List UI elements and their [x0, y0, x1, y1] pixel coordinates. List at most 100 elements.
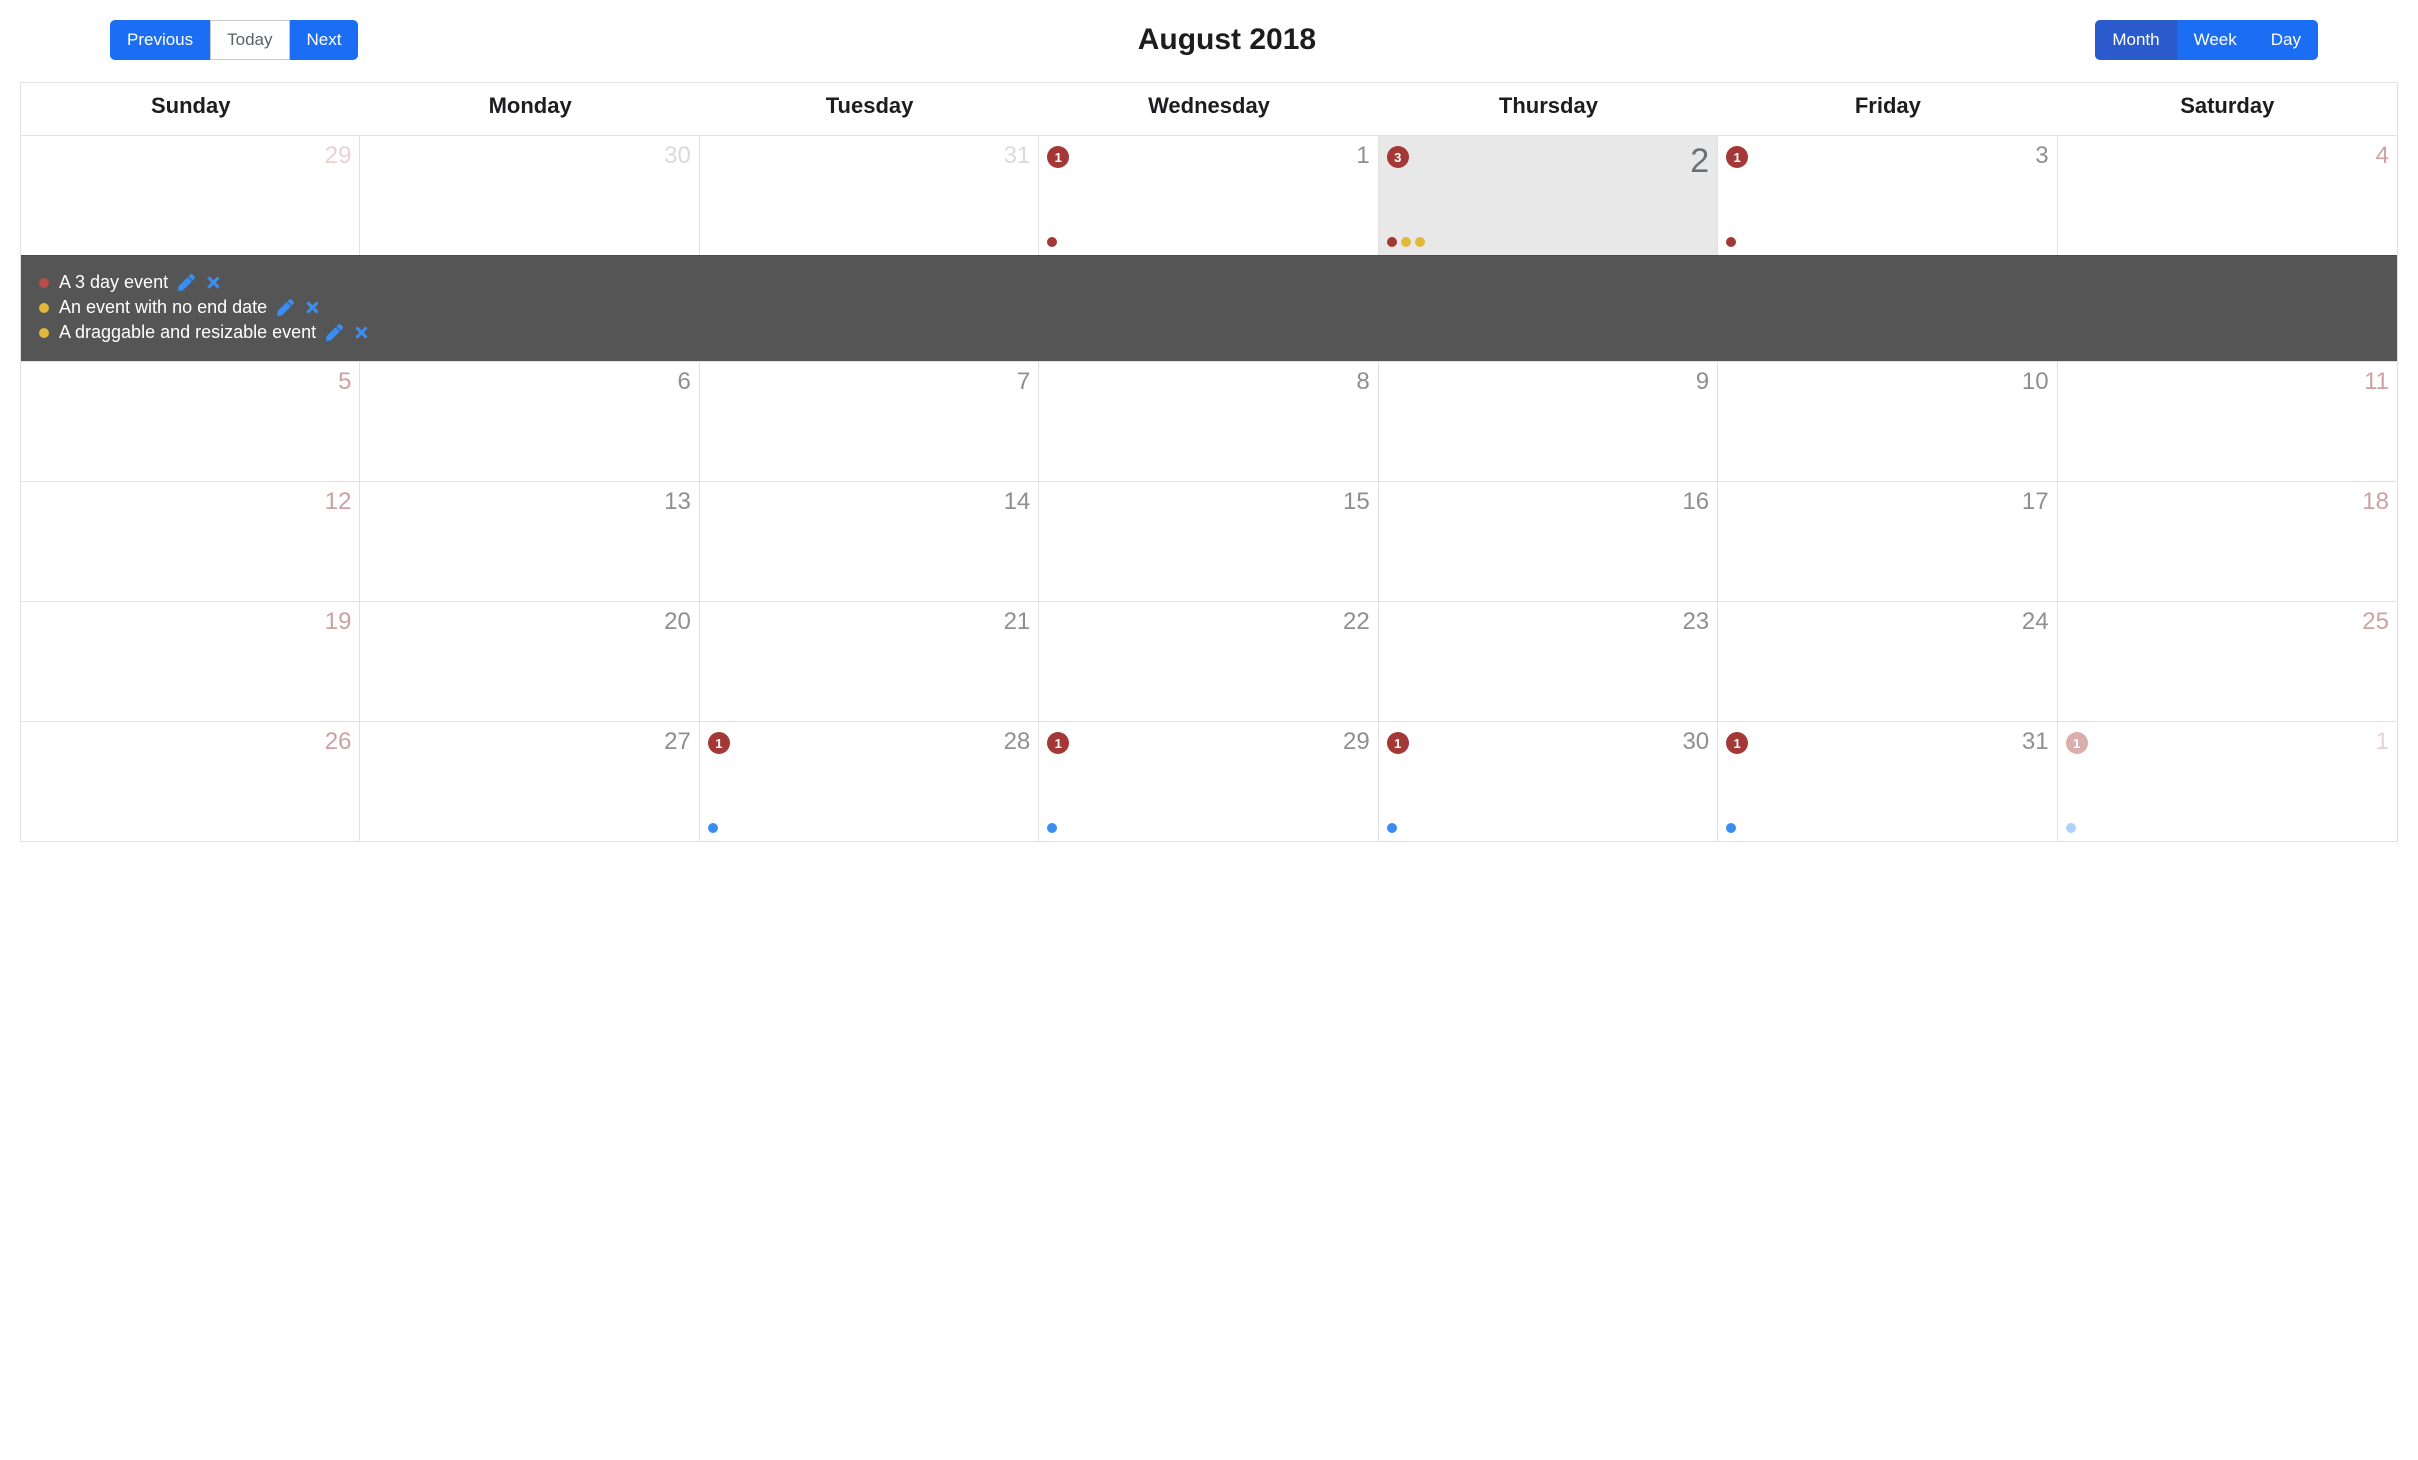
event-dots: [1726, 231, 2048, 247]
event-dot: [2066, 823, 2076, 833]
day-number: 6: [677, 368, 690, 396]
event-dots: [1047, 817, 1369, 833]
day-cell[interactable]: 1 30: [1379, 722, 1718, 841]
day-cell[interactable]: 25: [2058, 602, 2397, 721]
day-cell[interactable]: 14: [700, 482, 1039, 601]
pencil-icon[interactable]: [277, 299, 294, 316]
day-number: 3: [2035, 142, 2048, 170]
calendar-toolbar: Previous Today Next August 2018 Month We…: [20, 20, 2398, 60]
calendar-title: August 2018: [1138, 23, 1316, 57]
event-title: A draggable and resizable event: [59, 322, 316, 343]
day-cell[interactable]: 15: [1039, 482, 1378, 601]
event-dots: [2066, 817, 2389, 833]
day-number: 7: [1017, 368, 1030, 396]
day-cell[interactable]: 1 31: [1718, 722, 2057, 841]
day-cell[interactable]: 8: [1039, 362, 1378, 481]
event-count-badge[interactable]: 1: [2066, 732, 2088, 754]
pencil-icon[interactable]: [178, 274, 195, 291]
event-count-badge[interactable]: 1: [1047, 732, 1069, 754]
day-cell[interactable]: 32: [1379, 136, 1718, 255]
day-number: 4: [2376, 142, 2389, 170]
event-count-badge[interactable]: 1: [708, 732, 730, 754]
day-cell[interactable]: 9: [1379, 362, 1718, 481]
pencil-icon[interactable]: [326, 324, 343, 341]
today-button[interactable]: Today: [210, 20, 289, 60]
day-cell[interactable]: 26: [21, 722, 360, 841]
day-view-button[interactable]: Day: [2254, 20, 2318, 60]
weekday-header: Friday: [1718, 83, 2057, 135]
day-cell[interactable]: 24: [1718, 602, 2057, 721]
day-cell[interactable]: 13: [360, 482, 699, 601]
weekday-header: Tuesday: [700, 83, 1039, 135]
event-dots: [1047, 231, 1369, 247]
event-row: An event with no end date: [39, 295, 2379, 320]
day-number: 1: [2376, 728, 2389, 756]
event-dot: [1726, 237, 1736, 247]
day-cell[interactable]: 10: [1718, 362, 2057, 481]
event-title: An event with no end date: [59, 297, 267, 318]
event-dot: [1401, 237, 1411, 247]
event-row: A draggable and resizable event: [39, 320, 2379, 345]
day-cell[interactable]: 22: [1039, 602, 1378, 721]
event-count-badge[interactable]: 1: [1047, 146, 1069, 168]
day-number: 31: [2022, 728, 2049, 756]
day-cell[interactable]: 16: [1379, 482, 1718, 601]
day-cell[interactable]: 11: [2058, 722, 2397, 841]
day-number: 16: [1682, 488, 1709, 516]
day-number: 27: [664, 728, 691, 756]
event-dots: [1726, 817, 2048, 833]
day-cell[interactable]: 11: [1039, 136, 1378, 255]
day-cell[interactable]: 1 29: [1039, 722, 1378, 841]
week-row: 192021 22 23 24 25: [21, 601, 2397, 721]
event-count-badge[interactable]: 1: [1726, 146, 1748, 168]
day-cell[interactable]: 4: [2058, 136, 2397, 255]
day-number: 29: [1343, 728, 1370, 756]
day-cell[interactable]: 18: [2058, 482, 2397, 601]
weekday-header-row: Sunday Monday Tuesday Wednesday Thursday…: [21, 83, 2397, 135]
day-cell[interactable]: 30: [360, 136, 699, 255]
day-cell[interactable]: 27: [360, 722, 699, 841]
nav-button-group: Previous Today Next: [110, 20, 358, 60]
day-cell[interactable]: 5: [21, 362, 360, 481]
day-number: 11: [2364, 368, 2389, 396]
event-dot: [1047, 823, 1057, 833]
day-number: 30: [1682, 728, 1709, 756]
month-view-button[interactable]: Month: [2095, 20, 2176, 60]
day-cell[interactable]: 29: [21, 136, 360, 255]
day-cell[interactable]: 11: [2058, 362, 2397, 481]
next-button[interactable]: Next: [290, 20, 359, 60]
day-number: 24: [2022, 608, 2049, 636]
event-color-bullet: [39, 303, 49, 313]
day-cell[interactable]: 19: [21, 602, 360, 721]
day-cell[interactable]: 31: [700, 136, 1039, 255]
previous-button[interactable]: Previous: [110, 20, 210, 60]
weekday-header: Saturday: [2058, 83, 2397, 135]
day-number: 23: [1682, 608, 1709, 636]
close-icon[interactable]: [205, 274, 222, 291]
calendar-grid: Sunday Monday Tuesday Wednesday Thursday…: [20, 82, 2398, 842]
day-number: 18: [2362, 488, 2389, 516]
event-dots: [708, 817, 1030, 833]
day-cell[interactable]: 21: [700, 602, 1039, 721]
day-cell[interactable]: 12: [21, 482, 360, 601]
day-number: 29: [325, 142, 352, 170]
day-cell[interactable]: 13: [1718, 136, 2057, 255]
day-cell[interactable]: 23: [1379, 602, 1718, 721]
close-icon[interactable]: [304, 299, 321, 316]
weekday-header: Wednesday: [1039, 83, 1378, 135]
day-cell[interactable]: 7: [700, 362, 1039, 481]
event-count-badge[interactable]: 1: [1387, 732, 1409, 754]
day-number: 22: [1343, 608, 1370, 636]
event-dots: [1387, 231, 1709, 247]
event-color-bullet: [39, 278, 49, 288]
day-cell[interactable]: 17: [1718, 482, 2057, 601]
day-cell[interactable]: 6: [360, 362, 699, 481]
day-cell[interactable]: 20: [360, 602, 699, 721]
close-icon[interactable]: [353, 324, 370, 341]
event-count-badge[interactable]: 1: [1726, 732, 1748, 754]
week-view-button[interactable]: Week: [2177, 20, 2254, 60]
day-number: 5: [338, 368, 351, 396]
event-count-badge[interactable]: 3: [1387, 146, 1409, 168]
day-cell[interactable]: 128: [700, 722, 1039, 841]
event-dot: [1415, 237, 1425, 247]
